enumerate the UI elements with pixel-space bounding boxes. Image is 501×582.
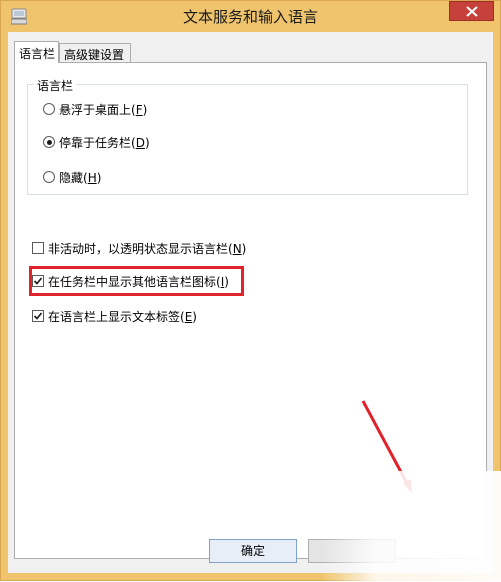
tab-language-bar[interactable]: 语言栏 bbox=[14, 41, 59, 63]
watermark-overlay bbox=[321, 471, 501, 581]
dialog-window: 文本服务和输入语言 语言栏 高级键设置 语言栏 悬浮于桌面上(F) 停靠于任务栏… bbox=[0, 0, 501, 581]
